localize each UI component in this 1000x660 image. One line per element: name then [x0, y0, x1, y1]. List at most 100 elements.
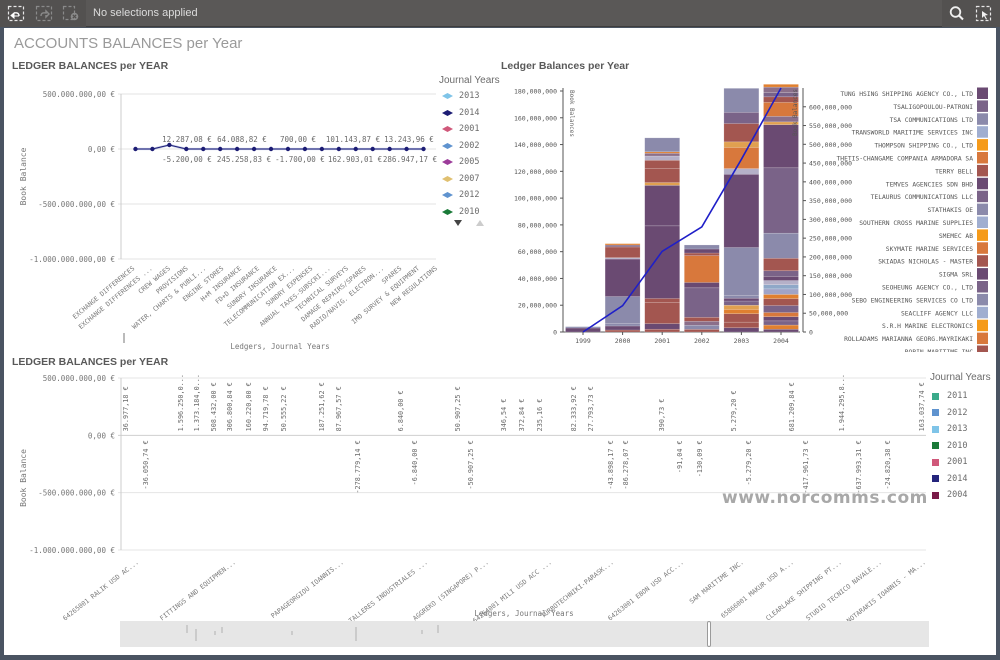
legend-item[interactable]: 2014 [442, 105, 502, 122]
ledger-line-chart[interactable]: 500.000.000,00 € 0,00 € -500.000.000,00 € -… [4, 76, 494, 351]
legend-scroll-up-icon[interactable] [476, 220, 484, 226]
legend-item[interactable]: 2011 [930, 388, 996, 405]
bar-segment [763, 294, 799, 299]
legend-label: 2011 [947, 391, 968, 402]
data-label: 13.243,96 € [384, 135, 434, 144]
bar-segment [684, 329, 720, 333]
legend-item[interactable]: 2001 [442, 121, 502, 138]
data-point [268, 146, 274, 152]
legend-item[interactable]: 2007 [442, 171, 502, 188]
legend-label: S.R.H MARINE ELECTRONICS [882, 323, 973, 330]
selection-status: No selections applied [93, 7, 198, 19]
bar-segment [684, 282, 720, 289]
bar-segment [723, 321, 760, 329]
legend-item[interactable]: 2002 [442, 138, 502, 155]
bar-value-label: 508.432,00 € [210, 382, 218, 431]
legend-swatch [932, 409, 939, 417]
bar-value-label: -6.840,00 € [411, 440, 419, 485]
x-axis-title: Ledgers, Journal Years [230, 342, 329, 351]
legend-item[interactable]: 2010 [442, 204, 502, 221]
legend-swatch [977, 164, 988, 177]
legend-item[interactable]: 2012 [930, 405, 996, 422]
scrollbar-thumb[interactable] [707, 621, 711, 647]
panel-resize-handle[interactable] [123, 333, 125, 343]
y-tick-label: 140,000,000 [514, 141, 557, 149]
legend-swatch [977, 87, 988, 99]
legend-item[interactable]: 2013 [442, 88, 502, 105]
bar-value-label: -43.898,17 € [607, 440, 615, 489]
legend-item[interactable]: 2004 [930, 487, 996, 504]
x-tick-label: FITTINGS AND EQUIPMEN... [158, 558, 237, 622]
search-icon[interactable] [948, 5, 966, 22]
legend-label: TRANSWORLD MARITIME SERVICES INC [852, 130, 974, 137]
y-axis-title: Book Balances [568, 90, 575, 137]
legend-swatch [932, 491, 939, 499]
legend-item[interactable]: 2014 [930, 471, 996, 488]
data-point [150, 146, 155, 152]
bar-segment [723, 173, 760, 248]
y-tick-label: 0 [553, 329, 557, 337]
legend-diamond-icon [442, 126, 453, 133]
legend-item[interactable]: 2010 [930, 438, 996, 455]
legend-scroll-down-icon[interactable] [454, 220, 462, 226]
legend-item[interactable]: 2012 [442, 187, 502, 204]
bar-segment [763, 320, 799, 326]
data-point [285, 146, 291, 152]
bar-segment [604, 329, 641, 333]
bar-segment [684, 255, 720, 283]
bar-segment [644, 225, 680, 299]
bar-segment [644, 323, 680, 330]
legend-label: THETIS-CHANGAME COMPANIA ARMADORA SA [837, 156, 974, 163]
legend-label: SEOHEUNG AGENCY CO., LTD [882, 285, 973, 292]
scrollbar-minimap [186, 625, 439, 641]
bar-value-label: -5.279,20 € [745, 440, 753, 485]
y-tick-label: 20,000,000 [518, 302, 557, 310]
bar-segment [723, 247, 760, 296]
step-back-icon[interactable] [7, 5, 25, 22]
y2-tick-label: 400,000,000 [809, 178, 852, 186]
bar-segment [763, 328, 799, 333]
legend-label: TERRY BELL [935, 168, 973, 175]
y-tick-label: 40,000,000 [518, 275, 557, 283]
legend-swatch [977, 293, 988, 306]
legend-diamond-icon [442, 93, 453, 100]
x-tick-label: NOTARAKIS IOANNIS - MA... [845, 558, 927, 623]
legend-swatch [932, 392, 939, 400]
x-tick-label: 2000 [615, 337, 631, 345]
legend-label: 2005 [459, 157, 480, 168]
legend-journal-years: 2013 2014 2001 2002 2005 2007 2012 2010 [442, 88, 502, 226]
data-label: 700,00 € [280, 135, 316, 144]
data-point [319, 146, 325, 152]
bar-segment [684, 248, 720, 254]
y2-tick-label: 500,000,000 [809, 141, 852, 149]
legend-diamond-icon [442, 109, 453, 116]
bar-segment [644, 328, 680, 333]
bar-value-label: 27.793,73 € [587, 386, 595, 431]
legend-label: 2010 [459, 206, 480, 217]
x-tick-label: 64263001 EBON USD ACC... [606, 558, 685, 622]
x-tick-label: STUDIO TECNICO NAVALE... [804, 558, 883, 622]
legend-swatch [932, 425, 939, 433]
x-tick-label: 2002 [694, 337, 710, 345]
legend-diamond-icon [442, 159, 453, 166]
legend-item[interactable]: 2013 [930, 421, 996, 438]
bar-segment [604, 246, 641, 258]
x-tick-label: 1999 [575, 337, 591, 345]
ledger-stacked-bar-chart[interactable]: 180,000,000 160,000,000 140,000,000 120,000… [500, 76, 996, 352]
legend-item[interactable]: 2001 [930, 454, 996, 471]
bar-segment [763, 84, 799, 88]
y-tick-label: 100,000,000 [514, 195, 557, 203]
y2-axis-title: Book Balances [792, 89, 799, 136]
legend-label: SOUTHERN CROSS MARINE SUPPLIES [859, 220, 973, 227]
legend-label: TEMVES AGENCIES SDN BHD [886, 181, 973, 188]
legend-swatch [977, 126, 988, 138]
legend-item[interactable]: 2005 [442, 154, 502, 171]
horizontal-scrollbar[interactable] [120, 621, 929, 647]
selections-tool-icon[interactable] [975, 5, 993, 22]
legend-title-journal-years-bottom: Journal Years [930, 372, 991, 383]
bar-value-label: 390,73 € [658, 399, 666, 432]
bar-segment [604, 323, 641, 327]
clear-selections-icon[interactable] [62, 5, 80, 22]
y2-tick-label: 250,000,000 [809, 235, 852, 243]
step-forward-icon[interactable] [35, 5, 53, 22]
